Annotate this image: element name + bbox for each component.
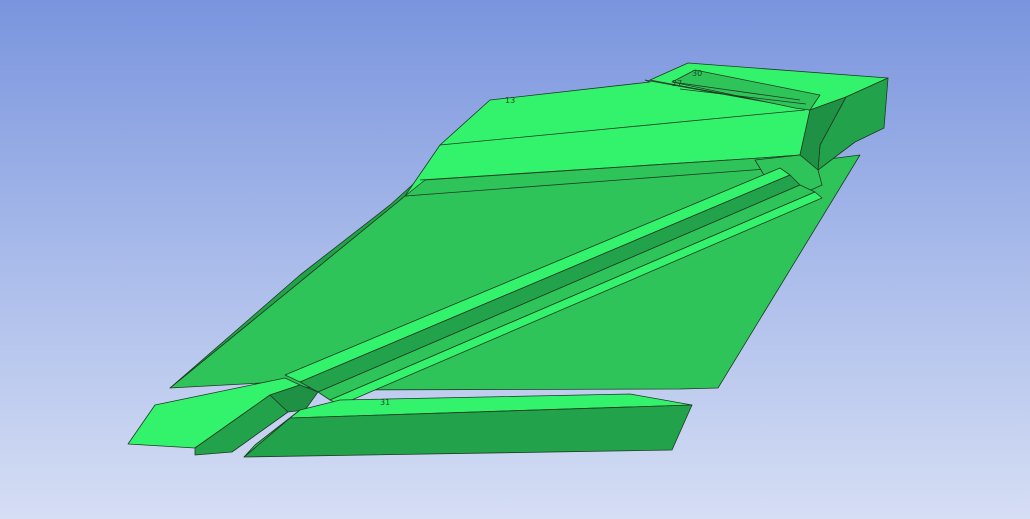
graphics-viewport[interactable]: 13 30 27 31 [0,0,1030,519]
model-label-13: 13 [505,96,515,105]
model-label-27: 27 [672,79,682,88]
model-label-31: 31 [380,398,390,407]
model-label-30: 30 [692,69,702,78]
3d-model-view[interactable]: 13 30 27 31 [0,0,1030,519]
